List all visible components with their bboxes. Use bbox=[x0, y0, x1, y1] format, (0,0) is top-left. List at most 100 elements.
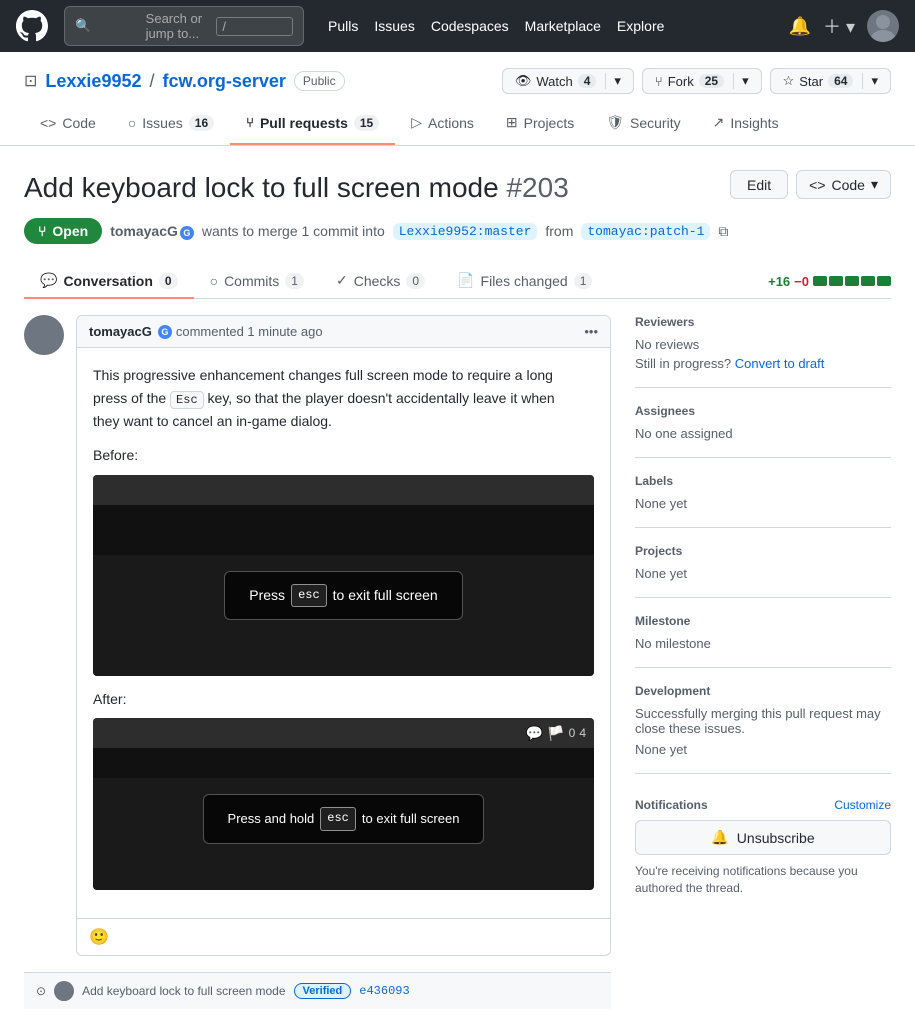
top-navigation: 🔍 Search or jump to... / Pulls Issues Co… bbox=[0, 0, 915, 52]
search-bar[interactable]: 🔍 Search or jump to... / bbox=[64, 6, 304, 46]
commit-avatar bbox=[54, 981, 74, 1001]
star-button[interactable]: ☆ Star 64 ▾ bbox=[770, 68, 891, 94]
view-count: 4 bbox=[579, 724, 586, 743]
comment-wrapper: tomayacG G commented 1 minute ago ••• Th… bbox=[24, 315, 611, 955]
before-esc-key: esc bbox=[291, 584, 327, 607]
tab-pull-requests[interactable]: ⑂ Pull requests 15 bbox=[230, 106, 395, 145]
reviewers-value: No reviews bbox=[635, 337, 891, 352]
pr-sidebar: Reviewers No reviews Still in progress? … bbox=[635, 315, 891, 1008]
search-placeholder: Search or jump to... bbox=[146, 11, 211, 41]
unsubscribe-button[interactable]: 🔔 Unsubscribe bbox=[635, 820, 891, 855]
visibility-badge: Public bbox=[294, 71, 345, 91]
after-screen-top-strip: 💬 🏳️ 0 4 bbox=[93, 718, 594, 748]
nav-explore[interactable]: Explore bbox=[617, 18, 664, 34]
pr-tab-conversation[interactable]: 💬 Conversation 0 bbox=[24, 264, 194, 299]
in-progress-row: Still in progress? Convert to draft bbox=[635, 356, 891, 371]
code-dropdown-arrow[interactable]: ▾ bbox=[871, 176, 878, 193]
add-reaction-button[interactable]: 🙂 bbox=[89, 927, 109, 947]
comment-more-button[interactable]: ••• bbox=[584, 324, 598, 339]
repo-owner-link[interactable]: Lexxie9952 bbox=[45, 71, 141, 92]
repo-name-link[interactable]: fcw.org-server bbox=[163, 71, 286, 92]
diff-stat: +16 −0 bbox=[768, 274, 891, 289]
code-button[interactable]: <> Code ▾ bbox=[796, 170, 891, 199]
commit-sha-link[interactable]: e436093 bbox=[359, 984, 409, 998]
notifications-bell[interactable]: 🔔 bbox=[789, 16, 811, 37]
tab-projects[interactable]: ⊞ Projects bbox=[490, 106, 590, 145]
commit-message: Add keyboard lock to full screen mode bbox=[82, 984, 285, 998]
pr-merge-text: wants to merge 1 commit into bbox=[202, 223, 385, 239]
issues-icon: ○ bbox=[128, 115, 136, 131]
comment-author: tomayacG bbox=[89, 324, 152, 339]
commit-dot-icon: ⊙ bbox=[36, 984, 46, 998]
nav-marketplace[interactable]: Marketplace bbox=[525, 18, 601, 34]
security-icon: 🛡 bbox=[606, 114, 624, 131]
sidebar-reviewers: Reviewers No reviews Still in progress? … bbox=[635, 315, 891, 388]
watch-dropdown-arrow[interactable]: ▾ bbox=[605, 73, 621, 89]
after-label: After: bbox=[93, 688, 594, 710]
pr-title-row: Add keyboard lock to full screen mode #2… bbox=[24, 170, 891, 206]
reviewers-label: Reviewers bbox=[635, 315, 891, 329]
base-branch-link[interactable]: Lexxie9952:master bbox=[393, 223, 538, 240]
conversation-icon: 💬 bbox=[40, 272, 57, 289]
actions-icon: ▷ bbox=[411, 114, 422, 131]
pr-tab-files-changed[interactable]: 📄 Files changed 1 bbox=[441, 264, 608, 299]
nav-issues[interactable]: Issues bbox=[374, 18, 414, 34]
after-screen-demo: 💬 🏳️ 0 4 Press and hold esc to exit full… bbox=[93, 718, 594, 889]
customize-notifications-link[interactable]: Customize bbox=[834, 798, 891, 812]
diff-bar-1 bbox=[813, 276, 827, 286]
diff-bar-2 bbox=[829, 276, 843, 286]
pr-tabs-wrapper: 💬 Conversation 0 ○ Commits 1 ✓ Checks 0 … bbox=[0, 264, 915, 299]
convert-to-draft-link[interactable]: Convert to draft bbox=[735, 356, 825, 371]
before-message-box: Press esc to exit full screen bbox=[224, 571, 462, 620]
user-avatar[interactable] bbox=[867, 10, 899, 42]
tab-actions[interactable]: ▷ Actions bbox=[395, 106, 490, 145]
commit-row: ⊙ Add keyboard lock to full screen mode … bbox=[24, 972, 611, 1009]
google-badge: G bbox=[180, 226, 194, 240]
after-section: After: 💬 🏳️ 0 4 Press and hold bbox=[93, 688, 594, 890]
fork-button[interactable]: ⑂ Fork 25 ▾ bbox=[642, 68, 762, 94]
comment-box: tomayacG G commented 1 minute ago ••• Th… bbox=[76, 315, 611, 955]
head-branch-link[interactable]: tomayac:patch-1 bbox=[581, 223, 710, 240]
repo-actions: 👁 Watch 4 ▾ ⑂ Fork 25 ▾ ☆ Star 64 ▾ bbox=[502, 68, 891, 94]
github-logo[interactable] bbox=[16, 10, 48, 42]
tab-insights[interactable]: ↗ Insights bbox=[697, 106, 795, 145]
development-label: Development bbox=[635, 684, 891, 698]
eye-icon: 👁 bbox=[515, 73, 532, 89]
before-screen-demo: Press esc to exit full screen bbox=[93, 475, 594, 676]
checks-icon: ✓ bbox=[336, 272, 348, 289]
commits-icon: ○ bbox=[210, 273, 218, 289]
star-dropdown-arrow[interactable]: ▾ bbox=[862, 73, 878, 89]
repo-icon: ⊡ bbox=[24, 71, 37, 91]
create-new-button[interactable]: ＋ ▾ bbox=[823, 13, 855, 39]
chat-emoji: 💬 bbox=[526, 722, 543, 744]
comment-text-1: This progressive enhancement changes ful… bbox=[93, 364, 594, 432]
copy-branch-icon[interactable]: ⧉ bbox=[718, 223, 728, 240]
tab-security[interactable]: 🛡 Security bbox=[590, 106, 696, 145]
projects-value: None yet bbox=[635, 566, 891, 581]
fork-dropdown-arrow[interactable]: ▾ bbox=[733, 73, 749, 89]
comment-header: tomayacG G commented 1 minute ago ••• bbox=[77, 316, 610, 348]
nav-pulls[interactable]: Pulls bbox=[328, 18, 358, 34]
fork-icon: ⑂ bbox=[655, 74, 663, 89]
pr-status-badge: ⑂ Open bbox=[24, 218, 102, 244]
sidebar-projects: Projects None yet bbox=[635, 544, 891, 598]
assignees-label: Assignees bbox=[635, 404, 891, 418]
edit-button[interactable]: Edit bbox=[730, 170, 788, 199]
sidebar-labels: Labels None yet bbox=[635, 474, 891, 528]
pr-tab-checks[interactable]: ✓ Checks 0 bbox=[320, 264, 441, 299]
labels-label: Labels bbox=[635, 474, 891, 488]
tab-code[interactable]: <> Code bbox=[24, 106, 112, 145]
nav-codespaces[interactable]: Codespaces bbox=[431, 18, 509, 34]
notifications-header-row: Notifications Customize bbox=[635, 798, 891, 812]
top-nav-links: Pulls Issues Codespaces Marketplace Expl… bbox=[328, 18, 664, 34]
milestone-value: No milestone bbox=[635, 636, 891, 651]
code-icon: <> bbox=[40, 115, 56, 131]
pr-main: tomayacG G commented 1 minute ago ••• Th… bbox=[0, 315, 915, 1032]
watch-button[interactable]: 👁 Watch 4 ▾ bbox=[502, 68, 634, 94]
pr-tab-commits[interactable]: ○ Commits 1 bbox=[194, 265, 320, 299]
pr-title-actions: Edit <> Code ▾ bbox=[730, 170, 891, 199]
labels-value: None yet bbox=[635, 496, 891, 511]
author-google-badge: G bbox=[158, 325, 172, 339]
insights-icon: ↗ bbox=[713, 114, 725, 131]
tab-issues[interactable]: ○ Issues 16 bbox=[112, 106, 230, 145]
